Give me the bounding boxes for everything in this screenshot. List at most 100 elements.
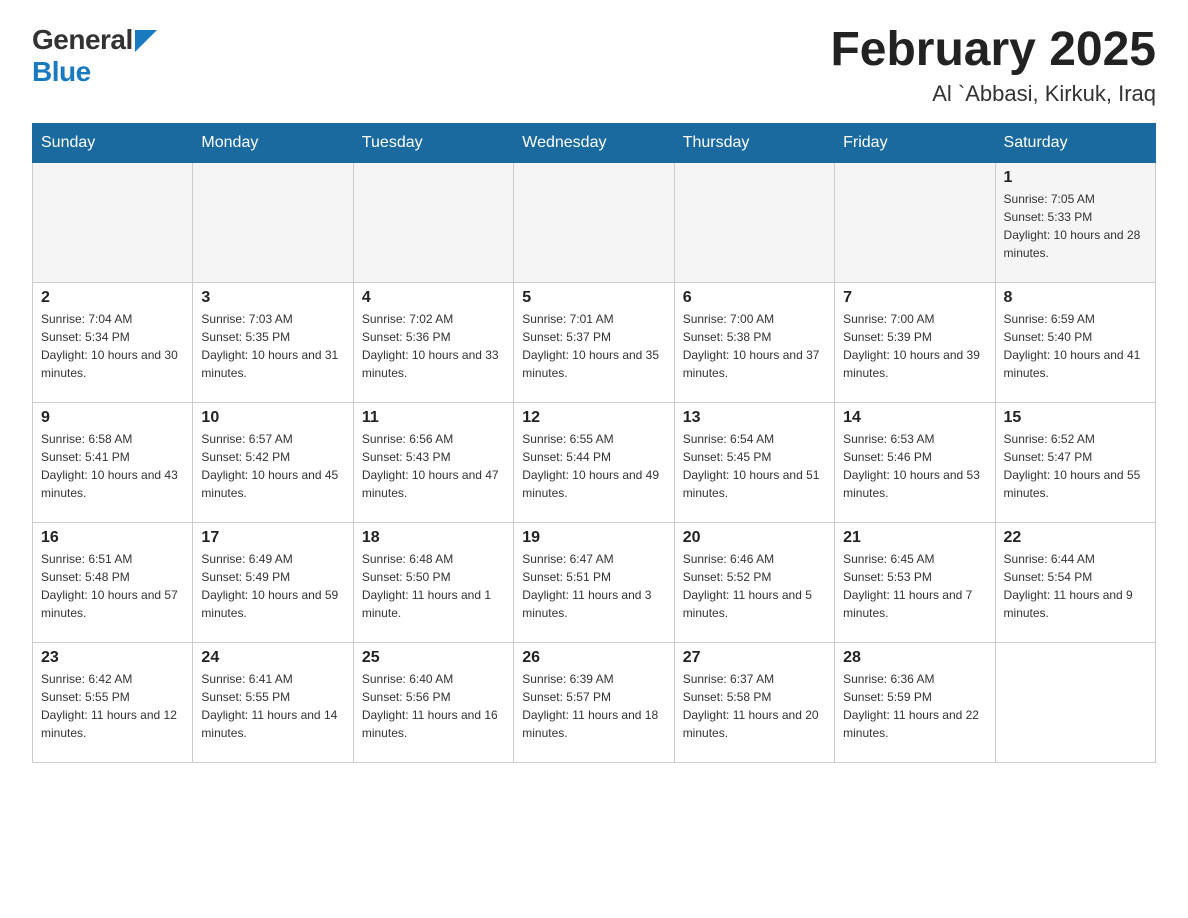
day-number: 8	[1004, 289, 1147, 307]
title-block: February 2025 Al `Abbasi, Kirkuk, Iraq	[830, 24, 1156, 107]
table-row: 19 Sunrise: 6:47 AMSunset: 5:51 PMDayligh…	[514, 522, 674, 642]
day-number: 14	[843, 409, 986, 427]
table-row: 20Sunrise: 6:46 AMSunset: 5:52 PMDayligh…	[674, 522, 834, 642]
logo-blue-text: Blue	[32, 56, 91, 88]
day-info: Sunrise: 6:57 AMSunset: 5:42 PMDaylight:…	[201, 430, 344, 502]
calendar-week-2: 2 Sunrise: 7:04 AMSunset: 5:34 PMDaylight…	[33, 282, 1156, 402]
day-info: Sunrise: 6:49 AMSunset: 5:49 PMDaylight:…	[201, 550, 344, 622]
day-number: 15	[1004, 409, 1147, 427]
day-number: 26	[522, 649, 665, 667]
logo-arrow-icon	[135, 30, 157, 52]
table-row: 26 Sunrise: 6:39 AMSunset: 5:57 PMDayligh…	[514, 642, 674, 762]
day-number: 23	[41, 649, 184, 667]
day-info: Sunrise: 6:42 AMSunset: 5:55 PMDaylight:…	[41, 670, 184, 742]
day-number: 1	[1004, 169, 1147, 187]
day-info: Sunrise: 7:02 AMSunset: 5:36 PMDaylight:…	[362, 310, 505, 382]
day-number: 9	[41, 409, 184, 427]
day-number: 6	[683, 289, 826, 307]
header-sunday: Sunday	[33, 123, 193, 162]
logo-general-text: General	[32, 24, 133, 56]
day-info: Sunrise: 6:54 AMSunset: 5:45 PMDaylight:…	[683, 430, 826, 502]
day-info: Sunrise: 6:53 AMSunset: 5:46 PMDaylight:…	[843, 430, 986, 502]
day-number: 20	[683, 529, 826, 547]
header-saturday: Saturday	[995, 123, 1155, 162]
day-info: Sunrise: 6:56 AMSunset: 5:43 PMDaylight:…	[362, 430, 505, 502]
day-number: 28	[843, 649, 986, 667]
table-row: 22 Sunrise: 6:44 AMSunset: 5:54 PMDayligh…	[995, 522, 1155, 642]
table-row: 8 Sunrise: 6:59 AMSunset: 5:40 PMDaylight…	[995, 282, 1155, 402]
table-row: 18 Sunrise: 6:48 AMSunset: 5:50 PMDayligh…	[353, 522, 513, 642]
day-info: Sunrise: 6:36 AMSunset: 5:59 PMDaylight:…	[843, 670, 986, 742]
header-friday: Friday	[835, 123, 995, 162]
calendar-week-4: 16 Sunrise: 6:51 AMSunset: 5:48 PMDayligh…	[33, 522, 1156, 642]
table-row: 10 Sunrise: 6:57 AMSunset: 5:42 PMDayligh…	[193, 402, 353, 522]
table-row: 23 Sunrise: 6:42 AMSunset: 5:55 PMDayligh…	[33, 642, 193, 762]
day-number: 21	[843, 529, 986, 547]
calendar-week-1: 1Sunrise: 7:05 AMSunset: 5:33 PMDaylight…	[33, 162, 1156, 282]
day-number: 17	[201, 529, 344, 547]
table-row	[995, 642, 1155, 762]
day-number: 27	[683, 649, 826, 667]
table-row: 15 Sunrise: 6:52 AMSunset: 5:47 PMDayligh…	[995, 402, 1155, 522]
table-row	[353, 162, 513, 282]
table-row	[33, 162, 193, 282]
header-monday: Monday	[193, 123, 353, 162]
calendar-week-3: 9 Sunrise: 6:58 AMSunset: 5:41 PMDaylight…	[33, 402, 1156, 522]
table-row: 27 Sunrise: 6:37 AMSunset: 5:58 PMDayligh…	[674, 642, 834, 762]
calendar-title: February 2025	[830, 24, 1156, 77]
table-row: 3 Sunrise: 7:03 AMSunset: 5:35 PMDaylight…	[193, 282, 353, 402]
table-row: 25 Sunrise: 6:40 AMSunset: 5:56 PMDayligh…	[353, 642, 513, 762]
table-row: 2 Sunrise: 7:04 AMSunset: 5:34 PMDaylight…	[33, 282, 193, 402]
day-info: Sunrise: 7:04 AMSunset: 5:34 PMDaylight:…	[41, 310, 184, 382]
table-row	[514, 162, 674, 282]
day-info: Sunrise: 6:37 AMSunset: 5:58 PMDaylight:…	[683, 670, 826, 742]
day-number: 25	[362, 649, 505, 667]
day-info: Sunrise: 7:03 AMSunset: 5:35 PMDaylight:…	[201, 310, 344, 382]
day-info: Sunrise: 7:00 AMSunset: 5:39 PMDaylight:…	[843, 310, 986, 382]
day-info: Sunrise: 6:59 AMSunset: 5:40 PMDaylight:…	[1004, 310, 1147, 382]
day-info: Sunrise: 6:48 AMSunset: 5:50 PMDaylight:…	[362, 550, 505, 622]
table-row: 28 Sunrise: 6:36 AMSunset: 5:59 PMDayligh…	[835, 642, 995, 762]
day-number: 2	[41, 289, 184, 307]
day-number: 5	[522, 289, 665, 307]
day-number: 10	[201, 409, 344, 427]
day-number: 4	[362, 289, 505, 307]
table-row	[674, 162, 834, 282]
day-info: Sunrise: 6:47 AMSunset: 5:51 PMDaylight:…	[522, 550, 665, 622]
table-row: 16 Sunrise: 6:51 AMSunset: 5:48 PMDayligh…	[33, 522, 193, 642]
day-info: Sunrise: 6:44 AMSunset: 5:54 PMDaylight:…	[1004, 550, 1147, 622]
calendar-header-row: Sunday Monday Tuesday Wednesday Thursday…	[33, 123, 1156, 162]
header-tuesday: Tuesday	[353, 123, 513, 162]
day-number: 18	[362, 529, 505, 547]
page-header: General Blue February 2025 Al `Abbasi, K…	[32, 24, 1156, 107]
day-info: Sunrise: 7:01 AMSunset: 5:37 PMDaylight:…	[522, 310, 665, 382]
day-number: 16	[41, 529, 184, 547]
header-thursday: Thursday	[674, 123, 834, 162]
day-info: Sunrise: 6:45 AMSunset: 5:53 PMDaylight:…	[843, 550, 986, 622]
table-row: 5 Sunrise: 7:01 AMSunset: 5:37 PMDaylight…	[514, 282, 674, 402]
table-row: 7 Sunrise: 7:00 AMSunset: 5:39 PMDaylight…	[835, 282, 995, 402]
table-row: 9 Sunrise: 6:58 AMSunset: 5:41 PMDaylight…	[33, 402, 193, 522]
table-row: 1Sunrise: 7:05 AMSunset: 5:33 PMDaylight…	[995, 162, 1155, 282]
table-row: 12 Sunrise: 6:55 AMSunset: 5:44 PMDayligh…	[514, 402, 674, 522]
day-number: 3	[201, 289, 344, 307]
day-info: Sunrise: 7:00 AMSunset: 5:38 PMDaylight:…	[683, 310, 826, 382]
day-info: Sunrise: 6:55 AMSunset: 5:44 PMDaylight:…	[522, 430, 665, 502]
calendar-week-5: 23 Sunrise: 6:42 AMSunset: 5:55 PMDayligh…	[33, 642, 1156, 762]
day-info: Sunrise: 6:40 AMSunset: 5:56 PMDaylight:…	[362, 670, 505, 742]
day-info: Sunrise: 6:41 AMSunset: 5:55 PMDaylight:…	[201, 670, 344, 742]
day-number: 11	[362, 409, 505, 427]
day-number: 12	[522, 409, 665, 427]
day-info: Sunrise: 6:52 AMSunset: 5:47 PMDaylight:…	[1004, 430, 1147, 502]
table-row: 4 Sunrise: 7:02 AMSunset: 5:36 PMDaylight…	[353, 282, 513, 402]
day-info: Sunrise: 6:58 AMSunset: 5:41 PMDaylight:…	[41, 430, 184, 502]
day-number: 7	[843, 289, 986, 307]
day-info: Sunrise: 6:51 AMSunset: 5:48 PMDaylight:…	[41, 550, 184, 622]
table-row	[835, 162, 995, 282]
logo: General Blue	[32, 24, 157, 88]
table-row: 21 Sunrise: 6:45 AMSunset: 5:53 PMDayligh…	[835, 522, 995, 642]
day-number: 19	[522, 529, 665, 547]
day-info: Sunrise: 6:39 AMSunset: 5:57 PMDaylight:…	[522, 670, 665, 742]
table-row: 13Sunrise: 6:54 AMSunset: 5:45 PMDayligh…	[674, 402, 834, 522]
day-number: 22	[1004, 529, 1147, 547]
